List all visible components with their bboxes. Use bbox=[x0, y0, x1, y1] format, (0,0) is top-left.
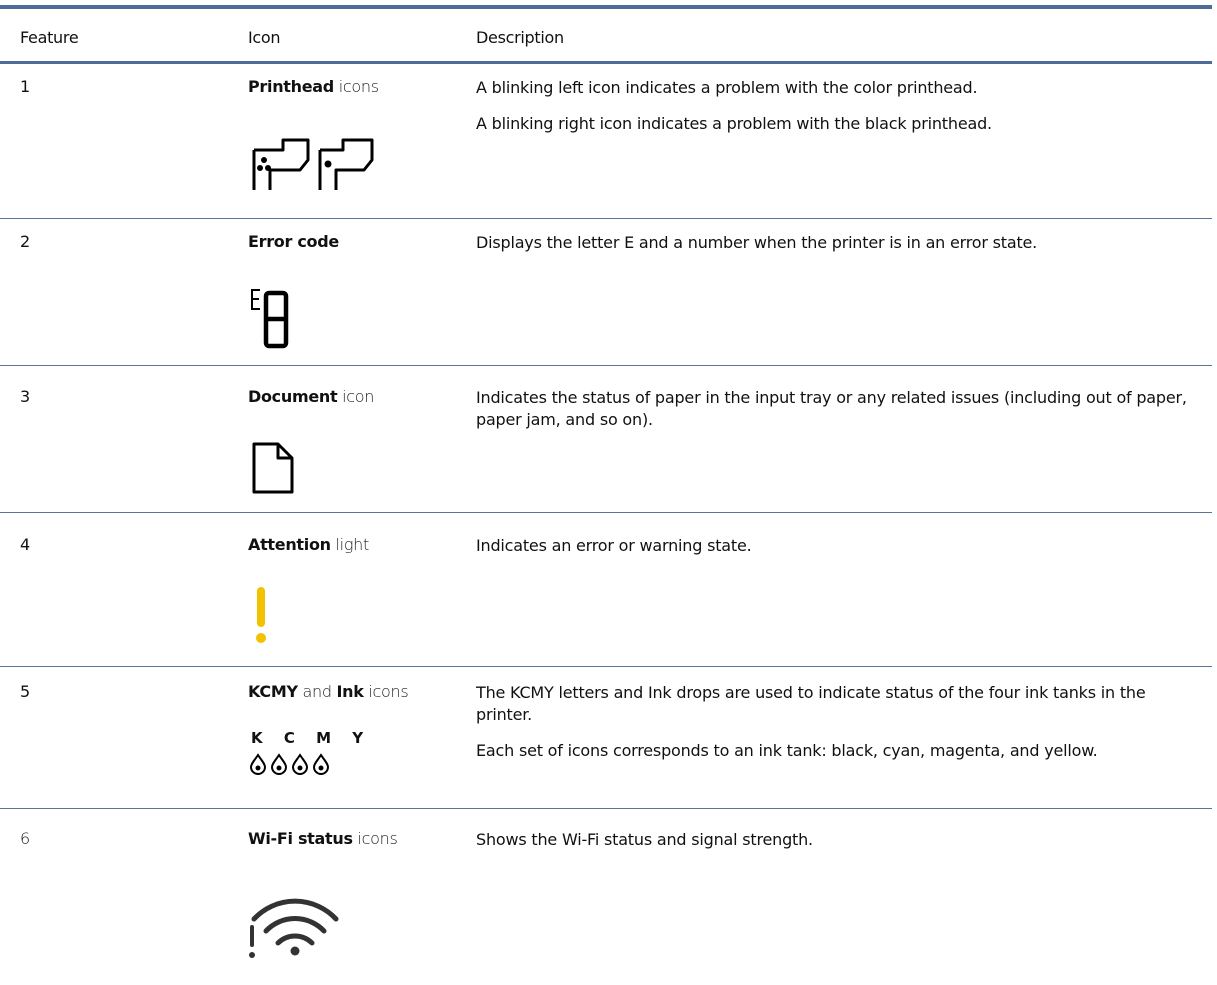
row-number: 6 bbox=[20, 829, 31, 848]
table-row: 2 Error code Displays the letter E and a… bbox=[0, 219, 1212, 365]
table-row: 4 Attention light Indicates an error or … bbox=[0, 513, 1212, 666]
wifi-status-icon bbox=[249, 898, 339, 958]
feature-label: Document icon bbox=[248, 387, 375, 406]
row-description: Indicates an error or warning state. bbox=[476, 536, 752, 555]
row-number: 3 bbox=[20, 387, 31, 406]
ink-drop-icons bbox=[249, 753, 330, 775]
feature-label: KCMY and Ink icons bbox=[248, 682, 409, 701]
row-description: The KCMY letters and Ink drops are used … bbox=[476, 683, 1146, 760]
feature-label: Printhead icons bbox=[248, 77, 379, 96]
row-number: 2 bbox=[20, 232, 31, 251]
row-number: 5 bbox=[20, 682, 31, 701]
header-icon: Icon bbox=[248, 28, 281, 47]
table-row: 1 Printhead icons A blinking left icon i… bbox=[0, 64, 1212, 218]
table-row: 3 Document icon Indicates the status of … bbox=[0, 366, 1212, 512]
header-feature: Feature bbox=[20, 28, 79, 47]
document-icon bbox=[252, 442, 294, 494]
row-description: Shows the Wi-Fi status and signal streng… bbox=[476, 830, 813, 849]
row-description: Displays the letter E and a number when … bbox=[476, 233, 1038, 252]
attention-icon bbox=[256, 587, 266, 643]
row-description: A blinking left icon indicates a problem… bbox=[476, 78, 992, 133]
row-number: 4 bbox=[20, 535, 31, 554]
error-code-icon bbox=[251, 289, 289, 349]
row-description: Indicates the status of paper in the inp… bbox=[476, 388, 1187, 429]
row-number: 1 bbox=[20, 77, 31, 96]
table-row: 5 KCMY and Ink icons The KCMY letters an… bbox=[0, 667, 1212, 808]
table-row: 6 Wi-Fi status icons Shows the Wi-Fi sta… bbox=[0, 809, 1212, 979]
feature-label: Wi-Fi status icons bbox=[248, 829, 398, 848]
feature-label: Error code bbox=[248, 232, 339, 251]
kcmy-letters: K C M Y bbox=[251, 729, 372, 747]
table-header: Feature Icon Description bbox=[0, 9, 1212, 63]
printhead-icons bbox=[252, 138, 374, 190]
feature-label: Attention light bbox=[248, 535, 369, 554]
header-description: Description bbox=[476, 28, 564, 47]
